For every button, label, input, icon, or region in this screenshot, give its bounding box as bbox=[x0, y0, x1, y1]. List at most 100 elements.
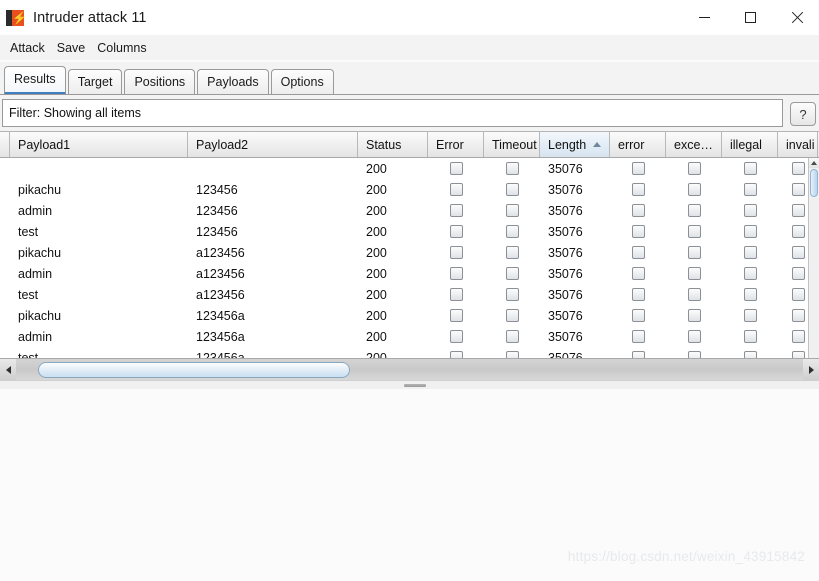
cell-exception[interactable] bbox=[666, 158, 722, 179]
filter-bar[interactable]: Filter: Showing all items bbox=[2, 99, 783, 127]
cell-exception[interactable] bbox=[666, 326, 722, 347]
cell-error[interactable] bbox=[428, 284, 484, 305]
checkbox-timeout[interactable] bbox=[505, 162, 519, 175]
cell-error[interactable] bbox=[428, 179, 484, 200]
checkbox-illegal[interactable] bbox=[743, 267, 757, 280]
checkbox-error[interactable] bbox=[449, 225, 463, 238]
cell-timeout[interactable] bbox=[484, 326, 540, 347]
checkbox-error[interactable] bbox=[449, 309, 463, 322]
checkbox-illegal[interactable] bbox=[743, 246, 757, 259]
checkbox-timeout[interactable] bbox=[505, 183, 519, 196]
checkbox-illegal[interactable] bbox=[743, 225, 757, 238]
cell-illegal[interactable] bbox=[722, 221, 778, 242]
tab-results[interactable]: Results bbox=[4, 66, 66, 95]
column-header-exception[interactable]: exce… bbox=[666, 132, 722, 157]
table-row[interactable]: admin 123456a 200 35076 bbox=[0, 326, 819, 347]
cell-error2[interactable] bbox=[610, 284, 666, 305]
checkbox-error2[interactable] bbox=[631, 267, 645, 280]
cell-error[interactable] bbox=[428, 263, 484, 284]
maximize-button[interactable] bbox=[727, 0, 773, 35]
checkbox-invalid[interactable] bbox=[791, 225, 805, 238]
cell-error[interactable] bbox=[428, 221, 484, 242]
cell-timeout[interactable] bbox=[484, 263, 540, 284]
scroll-up-icon[interactable] bbox=[809, 158, 819, 168]
checkbox-error2[interactable] bbox=[631, 309, 645, 322]
column-header-invalid[interactable]: invali bbox=[778, 132, 818, 157]
menu-item-columns[interactable]: Columns bbox=[91, 39, 152, 57]
checkbox-invalid[interactable] bbox=[791, 204, 805, 217]
scroll-right-icon[interactable] bbox=[803, 359, 819, 380]
cell-illegal[interactable] bbox=[722, 242, 778, 263]
cell-timeout[interactable] bbox=[484, 221, 540, 242]
cell-error[interactable] bbox=[428, 326, 484, 347]
cell-timeout[interactable] bbox=[484, 242, 540, 263]
cell-exception[interactable] bbox=[666, 200, 722, 221]
checkbox-exception[interactable] bbox=[687, 267, 701, 280]
cell-error2[interactable] bbox=[610, 326, 666, 347]
checkbox-invalid[interactable] bbox=[791, 246, 805, 259]
cell-timeout[interactable] bbox=[484, 200, 540, 221]
close-button[interactable] bbox=[773, 0, 819, 35]
cell-error2[interactable] bbox=[610, 263, 666, 284]
checkbox-error2[interactable] bbox=[631, 330, 645, 343]
column-header-payload2[interactable]: Payload2 bbox=[188, 132, 358, 157]
cell-exception[interactable] bbox=[666, 284, 722, 305]
cell-timeout[interactable] bbox=[484, 284, 540, 305]
tab-options[interactable]: Options bbox=[270, 69, 334, 95]
cell-error2[interactable] bbox=[610, 305, 666, 326]
checkbox-invalid[interactable] bbox=[791, 183, 805, 196]
cell-illegal[interactable] bbox=[722, 200, 778, 221]
cell-illegal[interactable] bbox=[722, 263, 778, 284]
checkbox-illegal[interactable] bbox=[743, 330, 757, 343]
cell-timeout[interactable] bbox=[484, 305, 540, 326]
cell-error[interactable] bbox=[428, 200, 484, 221]
table-row[interactable]: test 123456 200 35076 bbox=[0, 221, 819, 242]
checkbox-invalid[interactable] bbox=[791, 267, 805, 280]
checkbox-illegal[interactable] bbox=[743, 309, 757, 322]
checkbox-invalid[interactable] bbox=[791, 309, 805, 322]
tab-target[interactable]: Target bbox=[67, 69, 123, 95]
cell-exception[interactable] bbox=[666, 263, 722, 284]
help-button[interactable]: ? bbox=[790, 102, 816, 126]
minimize-button[interactable] bbox=[681, 0, 727, 35]
checkbox-timeout[interactable] bbox=[505, 330, 519, 343]
cell-error2[interactable] bbox=[610, 158, 666, 179]
column-header-status[interactable]: Status bbox=[358, 132, 428, 157]
column-header-payload1[interactable]: Payload1 bbox=[10, 132, 188, 157]
checkbox-error[interactable] bbox=[449, 330, 463, 343]
checkbox-error2[interactable] bbox=[631, 225, 645, 238]
checkbox-exception[interactable] bbox=[687, 309, 701, 322]
menu-item-save[interactable]: Save bbox=[51, 39, 92, 57]
column-header-timeout[interactable]: Timeout bbox=[484, 132, 540, 157]
cell-exception[interactable] bbox=[666, 242, 722, 263]
checkbox-exception[interactable] bbox=[687, 246, 701, 259]
checkbox-illegal[interactable] bbox=[743, 288, 757, 301]
checkbox-timeout[interactable] bbox=[505, 288, 519, 301]
checkbox-exception[interactable] bbox=[687, 288, 701, 301]
table-horizontal-scrollbar[interactable] bbox=[0, 358, 819, 380]
checkbox-error2[interactable] bbox=[631, 288, 645, 301]
checkbox-timeout[interactable] bbox=[505, 309, 519, 322]
checkbox-error[interactable] bbox=[449, 204, 463, 217]
checkbox-error[interactable] bbox=[449, 288, 463, 301]
tab-positions[interactable]: Positions bbox=[124, 69, 196, 95]
checkbox-exception[interactable] bbox=[687, 225, 701, 238]
cell-error2[interactable] bbox=[610, 200, 666, 221]
table-row[interactable]: test a123456 200 35076 bbox=[0, 284, 819, 305]
scroll-left-icon[interactable] bbox=[0, 359, 16, 380]
checkbox-exception[interactable] bbox=[687, 183, 701, 196]
checkbox-exception[interactable] bbox=[687, 204, 701, 217]
checkbox-exception[interactable] bbox=[687, 330, 701, 343]
table-row[interactable]: 200 35076 bbox=[0, 158, 819, 179]
column-header-error[interactable]: Error bbox=[428, 132, 484, 157]
cell-error[interactable] bbox=[428, 242, 484, 263]
cell-error2[interactable] bbox=[610, 221, 666, 242]
checkbox-exception[interactable] bbox=[687, 162, 701, 175]
table-row[interactable]: pikachu a123456 200 35076 bbox=[0, 242, 819, 263]
column-header-length[interactable]: Length bbox=[540, 132, 610, 157]
cell-timeout[interactable] bbox=[484, 179, 540, 200]
table-row[interactable]: admin 123456 200 35076 bbox=[0, 200, 819, 221]
tab-payloads[interactable]: Payloads bbox=[197, 69, 269, 95]
checkbox-illegal[interactable] bbox=[743, 183, 757, 196]
checkbox-error[interactable] bbox=[449, 267, 463, 280]
